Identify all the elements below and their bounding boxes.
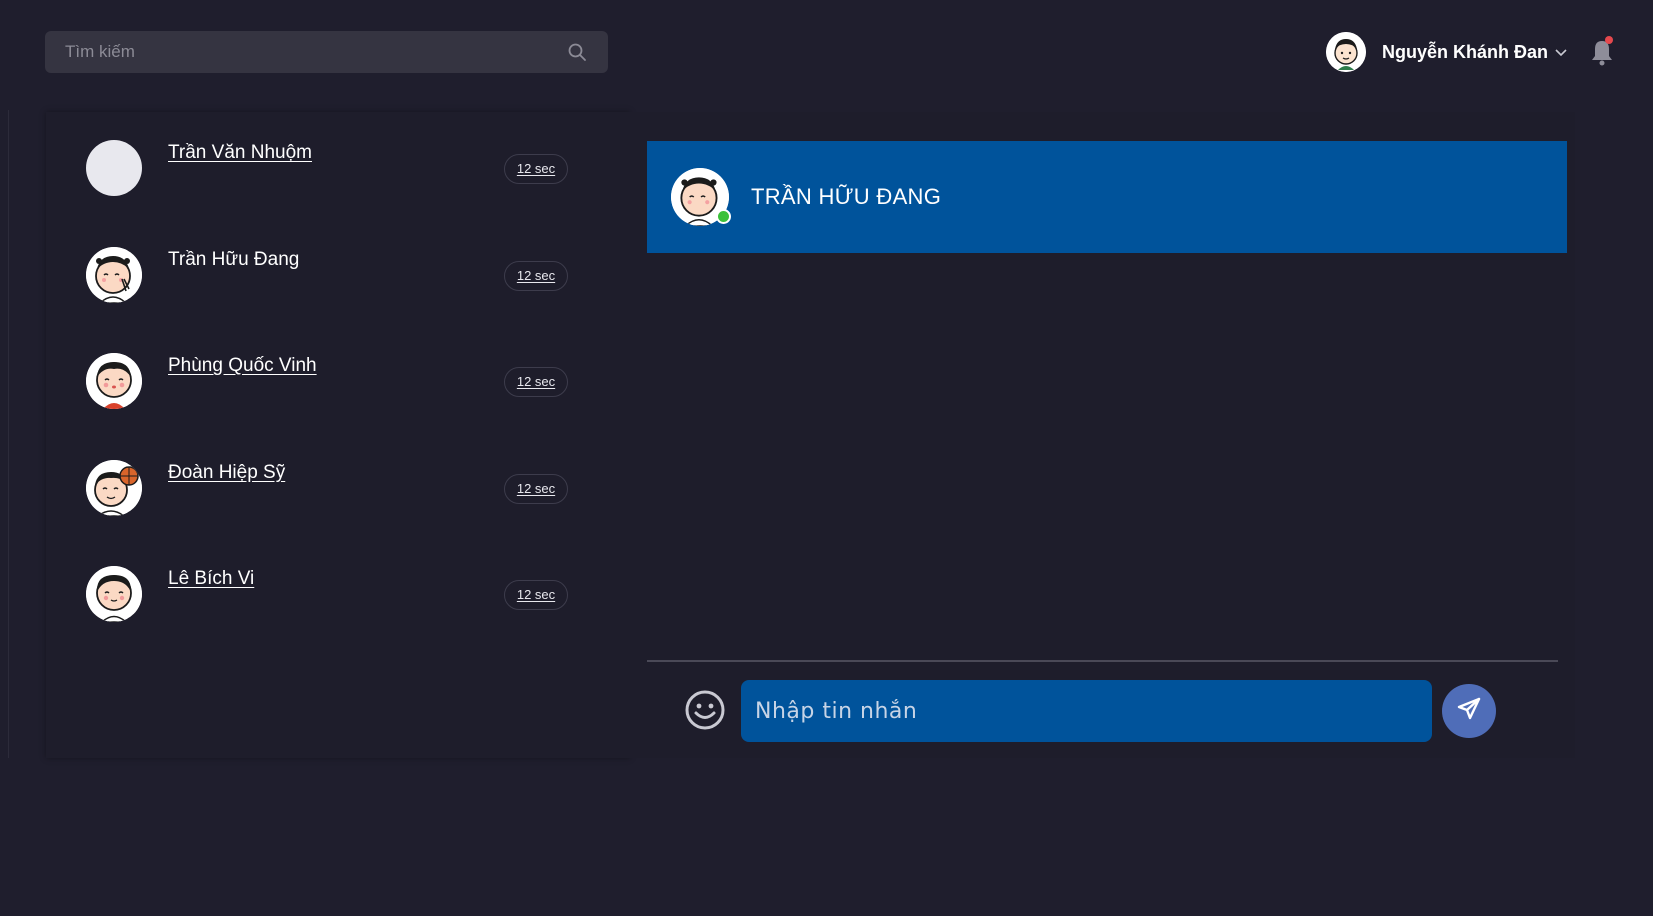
message-input[interactable]	[741, 680, 1432, 742]
contact-item[interactable]: Trần Văn Nhuộm 12 sec	[46, 112, 630, 212]
contact-item[interactable]: Phùng Quốc Vinh 12 sec	[46, 325, 630, 425]
send-button[interactable]	[1442, 684, 1496, 738]
contact-time-badge: 12 sec	[504, 474, 568, 504]
contact-time-badge: 12 sec	[504, 580, 568, 610]
search-icon[interactable]	[566, 41, 588, 63]
contact-item[interactable]: Đoàn Hiệp Sỹ 12 sec	[46, 432, 630, 532]
contact-avatar	[86, 353, 142, 409]
notification-badge	[1605, 36, 1613, 44]
contact-list: Trần Văn Nhuộm 12 sec Trần Hữu Đang 12 s	[46, 112, 630, 758]
contact-name[interactable]: Trần Hữu Đang	[168, 249, 299, 271]
user-name: Nguyễn Khánh Đan	[1382, 41, 1549, 62]
user-avatar	[1326, 32, 1366, 72]
smiley-icon[interactable]	[683, 688, 727, 732]
contact-name[interactable]: Đoàn Hiệp Sỹ	[168, 462, 285, 484]
contact-avatar	[86, 566, 142, 622]
composer-divider	[647, 660, 1558, 662]
contact-name[interactable]: Lê Bích Vi	[168, 568, 254, 590]
send-icon	[1456, 696, 1482, 727]
contact-item[interactable]: Lê Bích Vi 12 sec	[46, 538, 630, 638]
contact-time-badge: 12 sec	[504, 154, 568, 184]
contact-time-badge: 12 sec	[504, 261, 568, 291]
user-menu[interactable]: Nguyễn Khánh Đan	[1326, 32, 1570, 72]
chevron-down-icon[interactable]	[1554, 44, 1570, 60]
chat-partner-avatar	[671, 168, 731, 227]
contact-name[interactable]: Trần Văn Nhuộm	[168, 142, 312, 164]
contact-item[interactable]: Trần Hữu Đang 12 sec	[46, 219, 630, 319]
chat-panel: TRẦN HỮU ĐANG	[630, 112, 1575, 758]
left-rail-divider	[8, 110, 9, 758]
chat-app: Nguyễn Khánh Đan Trần Văn Nhuộm 12 sec	[0, 0, 1653, 916]
chat-partner-name: TRẦN HỮU ĐANG	[751, 184, 942, 209]
contact-avatar	[86, 140, 142, 196]
contact-avatar	[86, 460, 142, 516]
contact-avatar	[86, 247, 142, 303]
message-composer	[647, 680, 1558, 742]
search-input[interactable]	[65, 42, 566, 62]
chat-header: TRẦN HỮU ĐANG	[647, 141, 1567, 253]
search-bar[interactable]	[45, 31, 608, 73]
contact-time-badge: 12 sec	[504, 367, 568, 397]
bell-icon[interactable]	[1590, 36, 1614, 66]
online-status-indicator	[716, 209, 731, 224]
contact-name[interactable]: Phùng Quốc Vinh	[168, 355, 317, 377]
